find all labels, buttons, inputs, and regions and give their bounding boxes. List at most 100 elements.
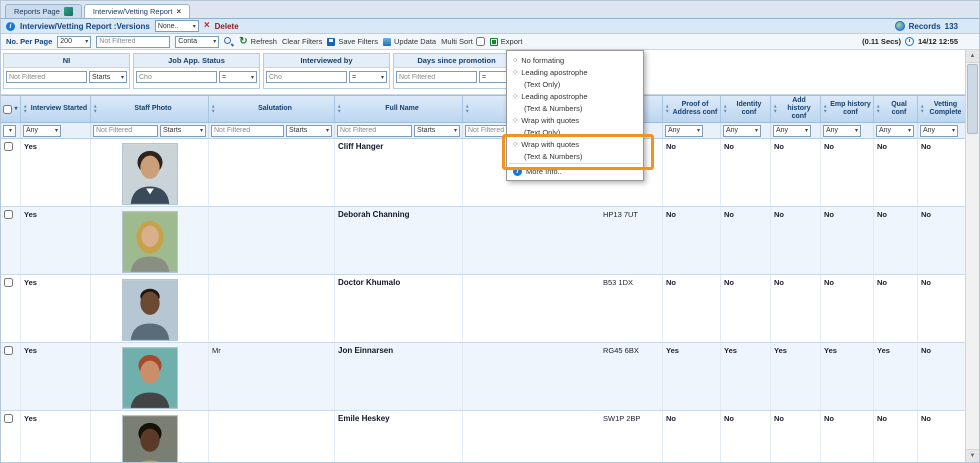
full-name-op-select[interactable]: Starts xyxy=(414,124,460,137)
filter-value: Any xyxy=(776,127,789,134)
app-window: Reports Page Interview/Vetting Report × … xyxy=(0,0,980,463)
row-select-checkbox[interactable] xyxy=(4,142,13,151)
tab-reports-page[interactable]: Reports Page xyxy=(5,4,82,18)
interviewed-by-op-select[interactable]: = xyxy=(349,71,387,83)
sort-icon[interactable] xyxy=(23,105,27,114)
per-page-select[interactable]: 200 xyxy=(57,35,92,48)
versions-select[interactable]: None.. xyxy=(154,20,199,32)
ni-op-select[interactable]: Starts xyxy=(89,71,127,83)
tab-close-icon[interactable]: × xyxy=(177,7,182,16)
cell-select xyxy=(1,139,21,206)
job-app-status-filter-input[interactable] xyxy=(136,71,217,83)
sort-icon[interactable] xyxy=(823,105,827,114)
proof-of-address-value: No xyxy=(666,278,676,287)
vertical-scrollbar[interactable]: ▲ ▼ xyxy=(965,50,979,462)
sort-icon[interactable] xyxy=(211,105,215,114)
full-name-filter-input[interactable] xyxy=(337,124,412,137)
col-header-identity-conf[interactable]: Identity conf xyxy=(721,96,771,122)
col-header-qual-conf[interactable]: Qual conf xyxy=(874,96,918,122)
vetting-complete-filter-select[interactable]: Any xyxy=(920,124,958,137)
post-code-value: HP13 7UT xyxy=(603,210,639,219)
export-option-leading-apostrophe-numbers[interactable]: ○ Leading apostrophe xyxy=(507,90,643,102)
identity-value: Yes xyxy=(724,346,737,355)
scroll-up-arrow[interactable]: ▲ xyxy=(966,50,979,63)
emp-history-filter-select[interactable]: Any xyxy=(823,124,861,137)
clear-filters-button[interactable]: Clear Filters xyxy=(282,37,322,46)
interview-started-value: Yes xyxy=(24,210,37,219)
col-header-vetting-complete[interactable]: Vetting Complete xyxy=(918,96,967,122)
save-icon xyxy=(327,37,336,46)
col-header-full-name[interactable]: Full Name xyxy=(335,96,463,122)
sort-icon[interactable] xyxy=(876,105,880,114)
ni-filter-input[interactable] xyxy=(6,71,87,83)
quick-filter-input[interactable] xyxy=(96,35,171,48)
proof-of-address-filter-select[interactable]: Any xyxy=(665,124,703,137)
ni-op-value: Starts xyxy=(92,73,111,81)
delete-button[interactable]: Delete xyxy=(215,22,239,31)
row-select-checkbox[interactable] xyxy=(4,414,13,423)
radio-icon[interactable]: ○ xyxy=(513,69,517,76)
save-filters-button[interactable]: Save Filters xyxy=(327,37,378,46)
interviewed-by-filter-input[interactable] xyxy=(266,71,347,83)
staff-photo-op-select[interactable]: Starts xyxy=(160,124,206,137)
export-option-no-formating[interactable]: ○ No formating xyxy=(507,54,643,66)
sort-icon[interactable] xyxy=(723,105,727,114)
scroll-down-arrow[interactable]: ▼ xyxy=(966,449,979,462)
salutation-op-select[interactable]: Starts xyxy=(286,124,332,137)
delete-icon[interactable]: × xyxy=(204,21,210,31)
filter-qual: Any xyxy=(874,123,918,138)
update-data-button[interactable]: Update Data xyxy=(382,37,436,46)
add-history-filter-select[interactable]: Any xyxy=(773,124,811,137)
staff-photo-filter-input[interactable] xyxy=(93,124,158,137)
row-select-checkbox[interactable] xyxy=(4,210,13,219)
sort-icon[interactable] xyxy=(665,105,669,114)
identity-value: No xyxy=(724,278,734,287)
col-header-salutation[interactable]: Salutation xyxy=(209,96,335,122)
staff-photo xyxy=(121,415,178,462)
radio-icon[interactable]: ○ xyxy=(513,93,517,100)
refresh-icon: ↻ xyxy=(239,35,248,47)
search-icon[interactable] xyxy=(224,36,234,47)
salutation-filter-input[interactable] xyxy=(211,124,284,137)
query-stats: (0.11 Secs) 14/12 12:55 xyxy=(862,37,974,46)
col-header-emp-history-conf[interactable]: Emp history conf xyxy=(821,96,874,122)
qual-filter-select[interactable]: Any xyxy=(876,124,914,137)
cell-emp-history: No xyxy=(821,139,874,206)
job-app-status-op-select[interactable]: = xyxy=(219,71,257,83)
col-header-proof-of-address-conf[interactable]: Proof of Address conf xyxy=(663,96,721,122)
cell-full-name: Jon Einnarsen xyxy=(335,343,463,410)
export-button[interactable]: Export xyxy=(489,37,522,46)
radio-icon[interactable]: ○ xyxy=(513,117,517,124)
interview-started-filter-select[interactable]: Any xyxy=(23,124,61,137)
records-count: 133 xyxy=(944,21,958,31)
sort-icon[interactable] xyxy=(337,105,341,114)
col-header-staff-photo[interactable]: Staff Photo xyxy=(91,96,209,122)
export-option-leading-apostrophe-text[interactable]: ○ Leading apostrophe xyxy=(507,66,643,78)
select-all-checkbox[interactable] xyxy=(3,104,13,114)
sort-icon[interactable] xyxy=(465,105,469,114)
col-header-add-history-conf[interactable]: Add history conf xyxy=(771,96,821,122)
refresh-button[interactable]: ↻ Refresh xyxy=(239,35,277,47)
days-since-promotion-filter-input[interactable] xyxy=(396,71,477,83)
sort-icon[interactable] xyxy=(920,105,924,114)
header-dropdown-icon[interactable] xyxy=(14,105,17,113)
filter-mode-select[interactable]: Conta xyxy=(175,35,220,48)
scrollbar-thumb[interactable] xyxy=(967,64,978,134)
multi-sort-checkbox[interactable] xyxy=(475,37,485,46)
proof-of-address-value: Yes xyxy=(666,346,679,355)
col-header-interview-started[interactable]: Interview Started xyxy=(21,96,91,122)
tab-interview-vetting-report[interactable]: Interview/Vetting Report × xyxy=(83,4,191,18)
cell-add-history: Yes xyxy=(771,343,821,410)
select-column-filter[interactable] xyxy=(3,124,16,137)
cell-interview-started: Yes xyxy=(21,207,91,274)
sort-icon[interactable] xyxy=(93,105,97,114)
identity-filter-select[interactable]: Any xyxy=(723,124,761,137)
row-select-checkbox[interactable] xyxy=(4,278,13,287)
sort-icon[interactable] xyxy=(773,105,777,114)
row-select-checkbox[interactable] xyxy=(4,346,13,355)
filter-value: Any xyxy=(826,127,839,134)
radio-icon[interactable]: ○ xyxy=(513,57,517,64)
table-row: Yes Mr Jon Einnarsen RG45 6BX Yes Yes Ye… xyxy=(1,343,967,411)
export-option-wrap-quotes-text[interactable]: ○ Wrap with quotes xyxy=(507,114,643,126)
staff-photo xyxy=(121,347,178,409)
